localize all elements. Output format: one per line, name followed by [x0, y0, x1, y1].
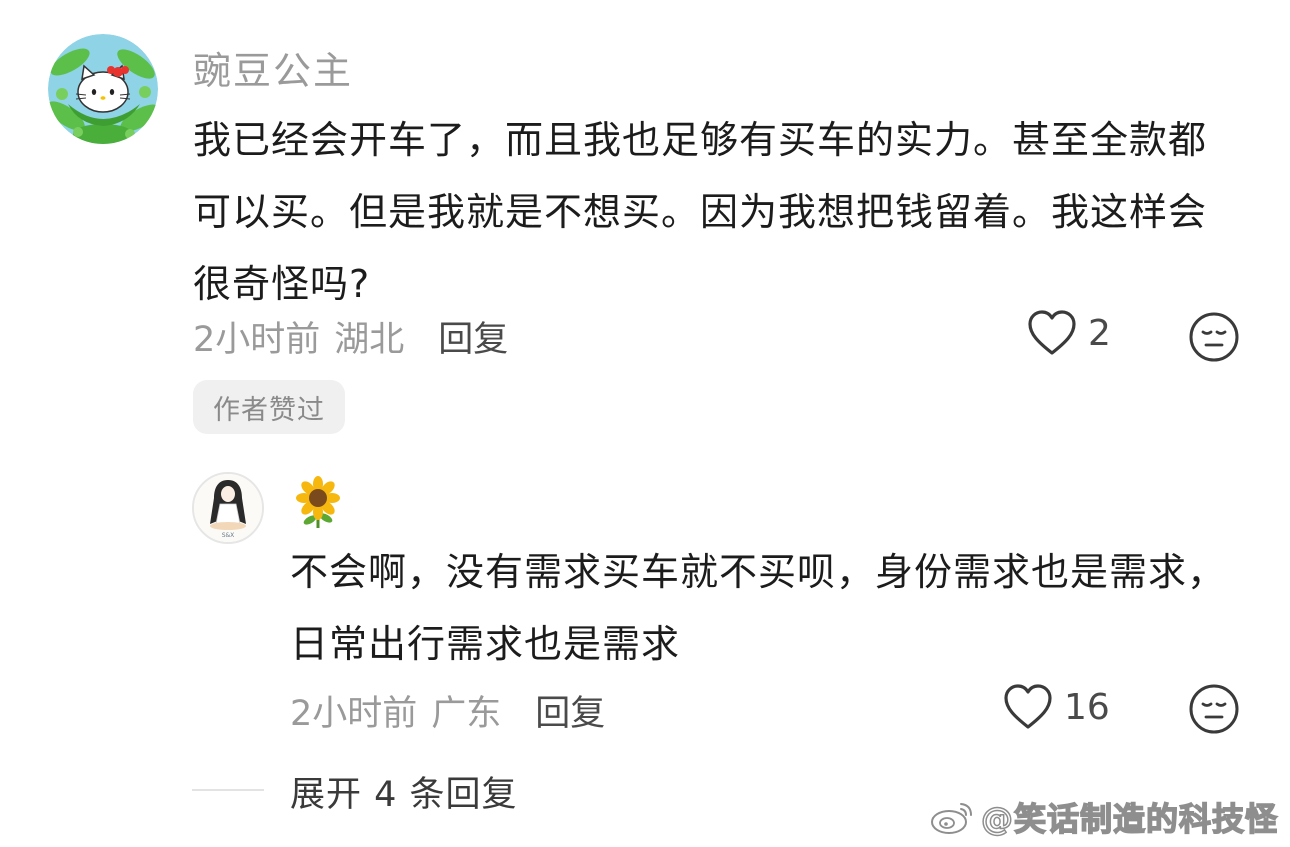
expand-replies-button[interactable]: 展开 4 条回复	[290, 766, 518, 817]
like-button[interactable]: 2	[1026, 309, 1111, 357]
reply-like-button[interactable]: 16	[1002, 683, 1110, 731]
expand-divider	[192, 789, 264, 791]
comment-location: 湖北	[334, 320, 405, 360]
replier-avatar[interactable]: S&X	[192, 472, 264, 544]
replier-name-sunflower[interactable]	[290, 474, 346, 530]
neutral-face-icon	[1189, 684, 1239, 734]
meditating-girl-avatar-icon: S&X	[194, 474, 262, 542]
hello-kitty-peas-avatar-icon	[48, 34, 158, 144]
comment-text: 我已经会开车了，而且我也足够有买车的实力。甚至全款都可以买。但是我就是不想买。因…	[193, 118, 1208, 306]
reply-dislike-button[interactable]	[1188, 683, 1240, 735]
sunflower-icon	[296, 476, 340, 528]
reply-location: 广东	[431, 694, 502, 734]
comment-meta: 2小时前 湖北 回复	[193, 311, 508, 362]
weibo-logo-icon	[930, 803, 972, 834]
watermark-text: @笑话制造的科技怪	[980, 799, 1278, 839]
author-liked-badge: 作者赞过	[193, 380, 345, 434]
reply-button[interactable]: 回复	[438, 311, 508, 362]
heart-outline-icon	[1028, 310, 1076, 355]
reply-text: 不会啊，没有需求买车就不买呗，身份需求也是需求，日常出行需求也是需求	[290, 550, 1227, 666]
comment-time: 2小时前	[193, 320, 321, 360]
weibo-watermark: @笑话制造的科技怪	[929, 794, 1278, 840]
heart-outline-icon	[1004, 684, 1052, 729]
like-count: 2	[1088, 312, 1111, 354]
reply-time: 2小时前	[290, 694, 418, 734]
reply-like-count: 16	[1064, 686, 1110, 728]
svg-text:S&X: S&X	[222, 532, 235, 539]
dislike-button[interactable]	[1188, 311, 1240, 363]
commenter-avatar[interactable]	[48, 34, 158, 144]
neutral-face-icon	[1189, 312, 1239, 362]
commenter-name[interactable]: 豌豆公主	[193, 40, 353, 95]
reply-reply-button[interactable]: 回复	[535, 685, 605, 736]
reply-meta: 2小时前 广东 回复	[290, 685, 605, 736]
